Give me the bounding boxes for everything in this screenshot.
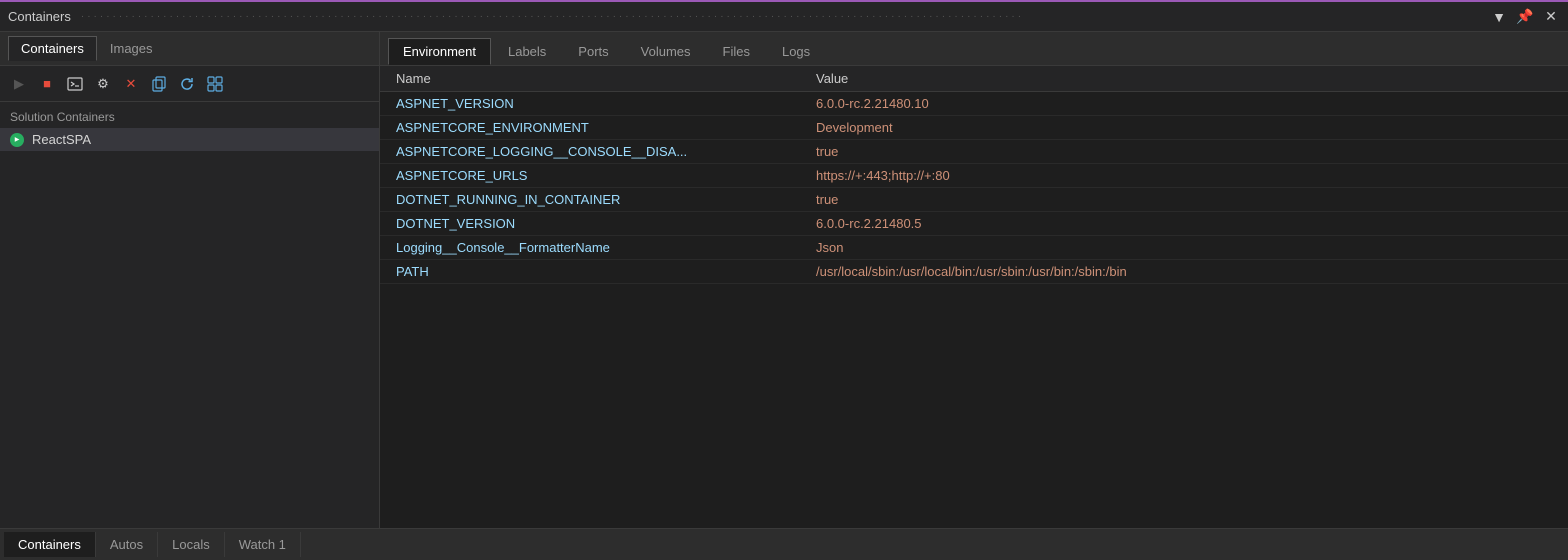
start-button[interactable]: ▶: [8, 73, 30, 95]
toolbar: ▶ ■ ⚙ ✕: [0, 66, 379, 102]
tab-files[interactable]: Files: [708, 38, 765, 65]
env-value: true: [816, 192, 1552, 207]
tab-ports[interactable]: Ports: [563, 38, 623, 65]
tab-labels[interactable]: Labels: [493, 38, 561, 65]
env-name: PATH: [396, 264, 816, 279]
tab-volumes[interactable]: Volumes: [626, 38, 706, 65]
bottom-tab-containers[interactable]: Containers: [4, 532, 96, 557]
main-window: Containers ·····························…: [0, 0, 1568, 560]
bottom-tab-watch1[interactable]: Watch 1: [225, 532, 301, 557]
env-value: 6.0.0-rc.2.21480.5: [816, 216, 1552, 231]
chevron-down-icon[interactable]: ▼: [1490, 9, 1508, 25]
environment-table: Name Value ASPNET_VERSION 6.0.0-rc.2.214…: [380, 66, 1568, 528]
env-value: Json: [816, 240, 1552, 255]
right-panel: Environment Labels Ports Volumes Files L…: [380, 32, 1568, 528]
remove-button[interactable]: ✕: [120, 73, 142, 95]
window-title: Containers: [8, 9, 71, 24]
solution-label: Solution Containers: [0, 102, 379, 128]
title-bar-left: Containers: [8, 9, 71, 24]
container-item-reactspa[interactable]: ReactSPA: [0, 128, 379, 151]
tab-containers[interactable]: Containers: [8, 36, 97, 61]
bottom-tab-locals[interactable]: Locals: [158, 532, 225, 557]
bottom-tab-bar: Containers Autos Locals Watch 1: [0, 528, 1568, 560]
header-value: Value: [816, 71, 1552, 86]
env-name: DOTNET_VERSION: [396, 216, 816, 231]
close-icon[interactable]: ✕: [1542, 8, 1560, 25]
copy-button[interactable]: [148, 73, 170, 95]
table-row: DOTNET_RUNNING_IN_CONTAINER true: [380, 188, 1568, 212]
env-name: ASPNETCORE_URLS: [396, 168, 816, 183]
right-tab-row: Environment Labels Ports Volumes Files L…: [380, 32, 1568, 66]
table-row: ASPNETCORE_URLS https://+:443;http://+:8…: [380, 164, 1568, 188]
title-bar: Containers ·····························…: [0, 2, 1568, 32]
table-row: ASPNET_VERSION 6.0.0-rc.2.21480.10: [380, 92, 1568, 116]
container-name: ReactSPA: [32, 132, 91, 147]
stop-button[interactable]: ■: [36, 73, 58, 95]
table-header: Name Value: [380, 66, 1568, 92]
running-indicator: [10, 133, 24, 147]
bottom-tab-autos[interactable]: Autos: [96, 532, 158, 557]
env-value: 6.0.0-rc.2.21480.10: [816, 96, 1552, 111]
env-name: DOTNET_RUNNING_IN_CONTAINER: [396, 192, 816, 207]
env-name: ASPNETCORE_ENVIRONMENT: [396, 120, 816, 135]
left-panel: Containers Images ▶ ■ ⚙ ✕: [0, 32, 380, 528]
tab-images[interactable]: Images: [97, 36, 166, 61]
table-row: DOTNET_VERSION 6.0.0-rc.2.21480.5: [380, 212, 1568, 236]
settings-button[interactable]: ⚙: [92, 73, 114, 95]
env-value: /usr/local/sbin:/usr/local/bin:/usr/sbin…: [816, 264, 1552, 279]
refresh-button[interactable]: [176, 73, 198, 95]
left-tab-row: Containers Images: [0, 32, 379, 66]
env-value: https://+:443;http://+:80: [816, 168, 1552, 183]
content-area: Containers Images ▶ ■ ⚙ ✕: [0, 32, 1568, 528]
tab-environment[interactable]: Environment: [388, 38, 491, 65]
table-row: ASPNETCORE_LOGGING__CONSOLE__DISA... tru…: [380, 140, 1568, 164]
env-value: true: [816, 144, 1552, 159]
terminal-button[interactable]: [64, 73, 86, 95]
title-bar-actions: ▼ 📌 ✕: [1490, 8, 1560, 25]
header-name: Name: [396, 71, 816, 86]
table-row: Logging__Console__FormatterName Json: [380, 236, 1568, 260]
attach-button[interactable]: [204, 73, 226, 95]
env-value: Development: [816, 120, 1552, 135]
tab-logs[interactable]: Logs: [767, 38, 825, 65]
table-row: ASPNETCORE_ENVIRONMENT Development: [380, 116, 1568, 140]
title-bar-dots: ········································…: [71, 11, 1490, 22]
env-name: ASPNETCORE_LOGGING__CONSOLE__DISA...: [396, 144, 816, 159]
env-name: Logging__Console__FormatterName: [396, 240, 816, 255]
pin-icon[interactable]: 📌: [1516, 8, 1534, 25]
env-name: ASPNET_VERSION: [396, 96, 816, 111]
table-row: PATH /usr/local/sbin:/usr/local/bin:/usr…: [380, 260, 1568, 284]
